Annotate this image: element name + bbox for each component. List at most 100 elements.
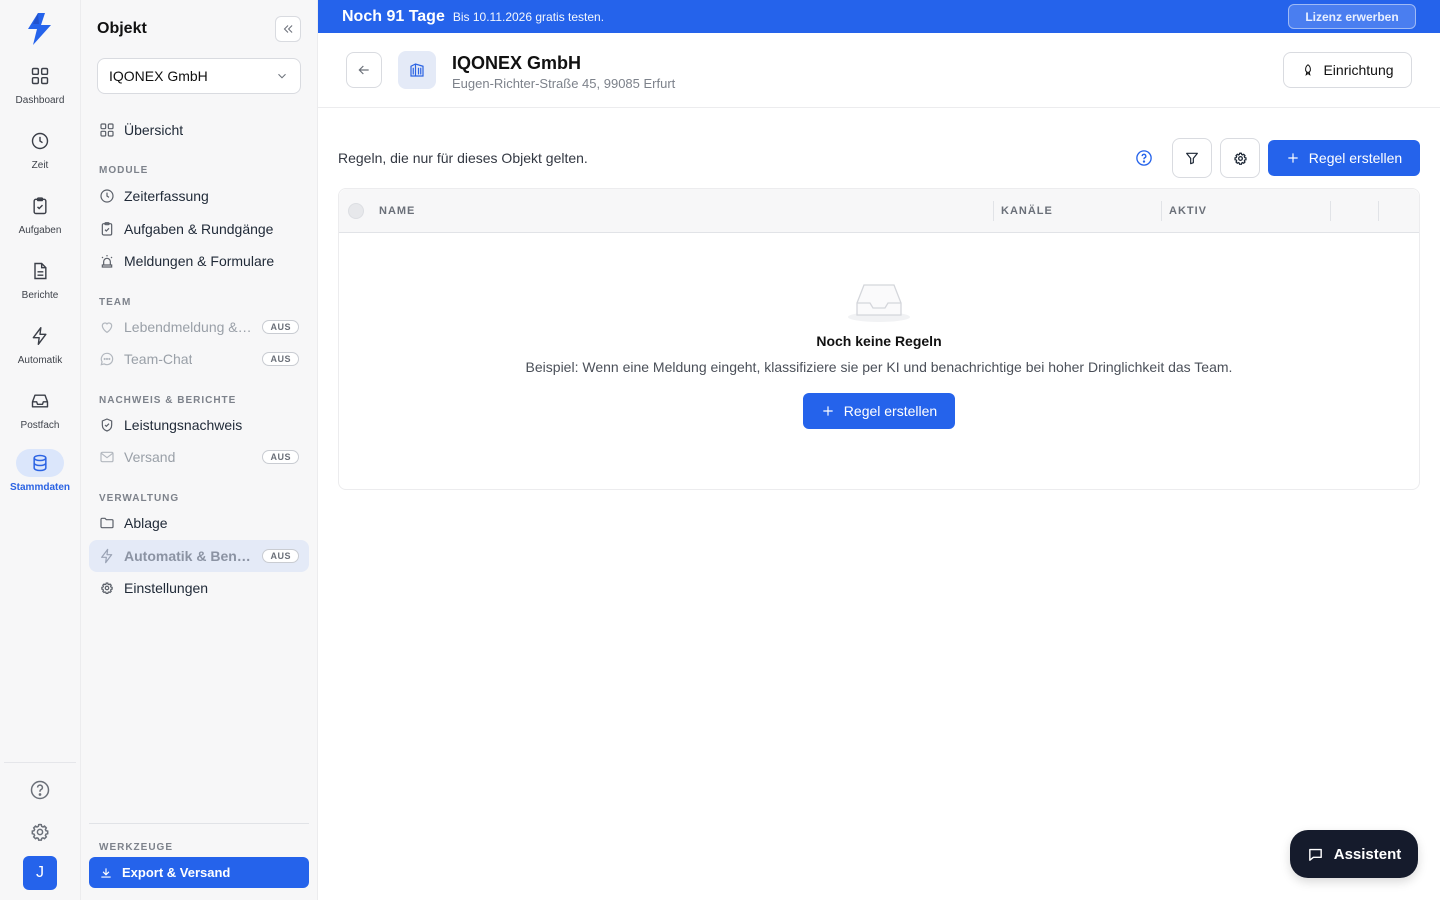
buy-license-button[interactable]: Lizenz erwerben [1288, 4, 1416, 29]
column-divider [1161, 201, 1162, 221]
grid-icon [100, 123, 114, 137]
help-icon[interactable] [28, 778, 52, 802]
object-title: IQONEX GmbH [452, 53, 582, 73]
inbox-icon [16, 387, 64, 415]
shield-check-icon [101, 418, 113, 432]
rail-item-zeit[interactable]: Zeit [0, 127, 80, 183]
nav-label: Automatik & Bena… [124, 548, 256, 564]
empty-inbox-icon [847, 281, 911, 323]
siren-icon [101, 255, 113, 268]
rules-table: NAME KANÄLE AKTIV Noch keine Regeln Beis… [338, 188, 1420, 490]
status-badge-off: AUS [262, 549, 299, 563]
chevrons-left-icon [283, 25, 293, 33]
empty-state-description: Beispiel: Wenn eine Meldung eingeht, kla… [525, 359, 1233, 375]
object-select[interactable]: IQONEX GmbH [97, 58, 301, 94]
nav-label: Meldungen & Formulare [124, 253, 275, 269]
export-label: Export & Versand [122, 865, 231, 880]
section-werkzeuge: WERKZEUGE [99, 842, 173, 853]
arrow-left-icon [358, 65, 369, 75]
nav-item-zeiterfassung[interactable]: Zeiterfassung [89, 180, 309, 212]
nav-item-meldungen[interactable]: Meldungen & Formulare [89, 245, 309, 277]
nav-label: Versand [124, 449, 176, 465]
document-icon [16, 257, 64, 285]
trial-text: Bis 10.11.2026 gratis testen. [452, 9, 605, 24]
lightning-icon [101, 548, 113, 564]
empty-create-rule-label: Regel erstellen [843, 403, 938, 419]
filter-icon [1186, 152, 1198, 165]
nav-item-einstellungen[interactable]: Einstellungen [89, 572, 309, 604]
column-divider [1378, 201, 1379, 221]
status-badge-off: AUS [262, 320, 299, 334]
nav-item-versand[interactable]: Versand AUS [89, 441, 309, 473]
object-address: Eugen-Richter-Straße 45, 99085 Erfurt [452, 76, 676, 91]
nav-label: Aufgaben & Rundgänge [124, 221, 274, 237]
app-logo-icon[interactable] [24, 12, 56, 46]
object-select-value: IQONEX GmbH [109, 68, 208, 84]
nav-item-automatik[interactable]: Automatik & Bena… AUS [89, 540, 309, 572]
create-rule-label: Regel erstellen [1308, 150, 1403, 166]
empty-state-title: Noch keine Regeln [816, 333, 942, 349]
nav-item-lebendmeldung[interactable]: Lebendmeldung & … AUS [89, 311, 309, 343]
help-circle-icon[interactable] [1135, 149, 1153, 167]
filter-button[interactable] [1172, 138, 1212, 178]
message-square-icon [1308, 848, 1322, 861]
rail-item-berichte[interactable]: Berichte [0, 257, 80, 313]
assistant-button[interactable]: Assistent [1290, 830, 1418, 878]
rail-item-dashboard[interactable]: Dashboard [0, 62, 80, 118]
back-button[interactable] [346, 52, 382, 88]
column-name[interactable]: NAME [379, 205, 415, 217]
column-active[interactable]: AKTIV [1169, 205, 1207, 217]
gear-icon[interactable] [28, 820, 52, 844]
user-avatar[interactable]: J [23, 856, 57, 890]
table-settings-button[interactable] [1220, 138, 1260, 178]
empty-create-rule-button[interactable]: Regel erstellen [803, 393, 955, 429]
rail-label: Dashboard [15, 95, 65, 106]
main-rail: Dashboard Zeit Aufgaben Berichte Automat… [0, 0, 81, 900]
mail-icon [100, 451, 114, 463]
trial-days: Noch 91 Tage [342, 7, 445, 25]
rail-item-stammdaten[interactable]: Stammdaten [0, 449, 80, 505]
nav-label: Leistungsnachweis [124, 417, 243, 433]
clipboard-check-icon [101, 222, 113, 236]
rail-label: Berichte [21, 290, 59, 301]
rail-item-automatik[interactable]: Automatik [0, 322, 80, 378]
export-versand-button[interactable]: Export & Versand [89, 857, 309, 888]
nav-item-uebersicht[interactable]: Übersicht [89, 114, 309, 146]
rail-item-aufgaben[interactable]: Aufgaben [0, 192, 80, 248]
select-all-checkbox[interactable] [348, 203, 364, 219]
nav-item-leistungsnachweis[interactable]: Leistungsnachweis [89, 409, 309, 441]
section-nachweis: NACHWEIS & BERICHTE [99, 395, 237, 406]
setup-button[interactable]: Einrichtung [1283, 52, 1412, 88]
nav-label: Ablage [124, 515, 168, 531]
column-channels[interactable]: KANÄLE [1001, 205, 1053, 217]
status-badge-off: AUS [262, 352, 299, 366]
status-badge-off: AUS [262, 450, 299, 464]
nav-item-teamchat[interactable]: Team-Chat AUS [89, 343, 309, 375]
database-icon [16, 449, 64, 477]
download-icon [101, 867, 111, 878]
rules-intro-text: Regeln, die nur für dieses Objekt gelten… [338, 150, 588, 166]
nav-item-aufgaben[interactable]: Aufgaben & Rundgänge [89, 213, 309, 245]
panel-divider [89, 823, 309, 824]
column-divider [1330, 201, 1331, 221]
assistant-label: Assistent [1333, 845, 1402, 863]
nav-label: Übersicht [124, 122, 184, 138]
section-verwaltung: VERWALTUNG [99, 493, 180, 504]
plus-icon [823, 406, 833, 416]
section-module: MODULE [99, 165, 149, 176]
rail-item-postfach[interactable]: Postfach [0, 387, 80, 443]
object-panel: Objekt IQONEX GmbH Übersicht MODULE Zeit… [81, 0, 318, 900]
rail-label: Zeit [31, 160, 49, 171]
table-header: NAME KANÄLE AKTIV [339, 189, 1419, 233]
gear-icon [1233, 152, 1247, 165]
section-team: TEAM [99, 297, 132, 308]
column-divider [993, 201, 994, 221]
create-rule-button[interactable]: Regel erstellen [1268, 140, 1420, 176]
rail-label: Aufgaben [18, 225, 62, 236]
gear-icon [101, 582, 113, 594]
collapse-panel-button[interactable] [275, 16, 301, 42]
setup-label: Einrichtung [1323, 62, 1394, 78]
clock-icon [100, 189, 114, 203]
rail-label: Stammdaten [9, 482, 70, 493]
nav-item-ablage[interactable]: Ablage [89, 507, 309, 539]
